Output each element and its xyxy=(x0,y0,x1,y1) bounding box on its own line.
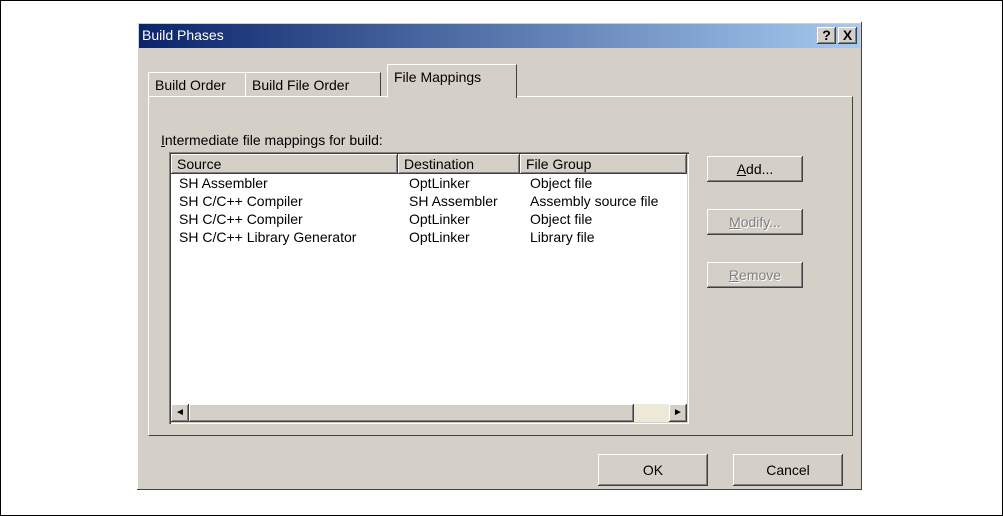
tab-panel xyxy=(148,96,853,436)
dialog-title: Build Phases xyxy=(142,27,224,43)
tab-file-mappings[interactable]: File Mappings xyxy=(387,64,517,98)
tab-build-file-order[interactable]: Build File Order xyxy=(245,72,381,97)
cancel-button[interactable]: Cancel xyxy=(733,454,843,486)
tab-build-order[interactable]: Build Order xyxy=(148,72,254,97)
build-phases-dialog: Build Phases ? X Build Order Build File … xyxy=(137,22,862,490)
title-bar: Build Phases ? X xyxy=(139,24,860,48)
close-button[interactable]: X xyxy=(838,27,857,44)
help-button[interactable]: ? xyxy=(817,27,836,44)
ok-button[interactable]: OK xyxy=(598,454,708,486)
